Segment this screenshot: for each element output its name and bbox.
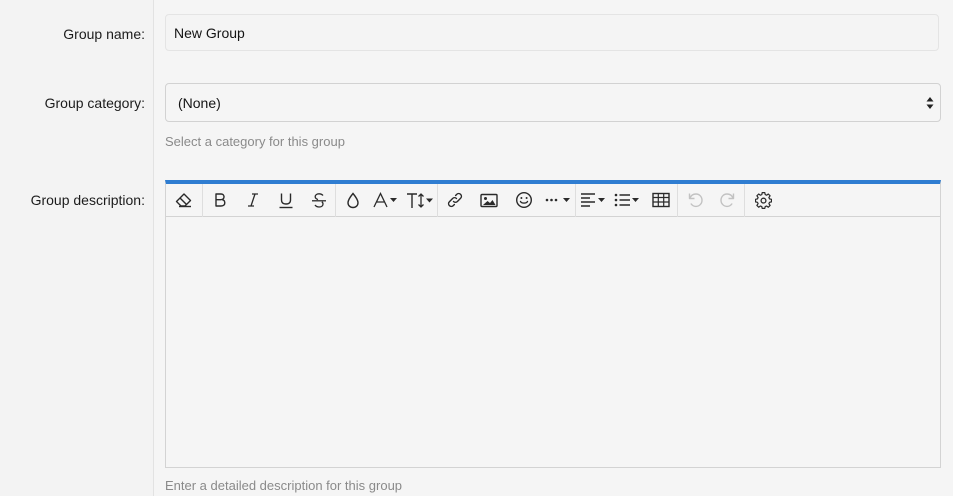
more-options-button[interactable]: [540, 184, 575, 217]
label-column: [0, 0, 154, 496]
redo-button[interactable]: [711, 184, 744, 217]
underline-button[interactable]: [269, 184, 302, 217]
insert-image-button[interactable]: [471, 184, 507, 217]
group-name-input[interactable]: [165, 14, 939, 51]
remove-formatting-button[interactable]: [166, 184, 202, 217]
group-form: Group name: Group category: (None) Selec…: [0, 0, 953, 496]
group-category-label: Group category:: [44, 95, 145, 111]
alignment-button[interactable]: [576, 184, 610, 217]
font-size-icon: [407, 192, 433, 208]
editor-content-area[interactable]: [166, 217, 940, 467]
editor-options-button[interactable]: [745, 184, 781, 217]
smilies-button[interactable]: [507, 184, 540, 217]
font-size-button[interactable]: [403, 184, 437, 217]
list-icon: [614, 193, 639, 207]
font-family-icon: [373, 192, 397, 208]
editor-toolbar: [166, 183, 940, 217]
list-button[interactable]: [610, 184, 644, 217]
rich-text-editor: [165, 180, 941, 468]
link-icon: [447, 192, 462, 208]
group-category-select[interactable]: (None): [165, 83, 941, 122]
table-icon: [651, 192, 670, 208]
group-category-hint: Select a category for this group: [165, 134, 345, 149]
bold-button[interactable]: [203, 184, 236, 217]
smiley-icon: [515, 191, 532, 209]
select-arrows-icon: [926, 97, 934, 109]
italic-button[interactable]: [236, 184, 269, 217]
eraser-icon: [175, 193, 192, 208]
underline-icon: [279, 193, 292, 208]
strikethrough-button[interactable]: [302, 184, 335, 217]
group-category-selected: (None): [178, 94, 221, 111]
undo-button[interactable]: [678, 184, 711, 217]
group-name-label: Group name:: [63, 26, 145, 42]
undo-icon: [688, 193, 703, 208]
group-description-label: Group description:: [30, 192, 145, 208]
group-description-hint: Enter a detailed description for this gr…: [165, 478, 403, 493]
insert-table-button[interactable]: [644, 184, 677, 217]
italic-icon: [247, 193, 258, 207]
strikethrough-icon: [311, 192, 326, 208]
bold-icon: [214, 193, 225, 207]
redo-icon: [719, 193, 734, 208]
font-family-button[interactable]: [369, 184, 403, 217]
more-icon: [545, 198, 570, 202]
link-button[interactable]: [438, 184, 471, 217]
text-color-icon: [346, 191, 359, 208]
image-icon: [480, 193, 498, 207]
text-color-button[interactable]: [336, 184, 369, 217]
align-icon: [581, 193, 605, 207]
gear-icon: [754, 191, 772, 209]
